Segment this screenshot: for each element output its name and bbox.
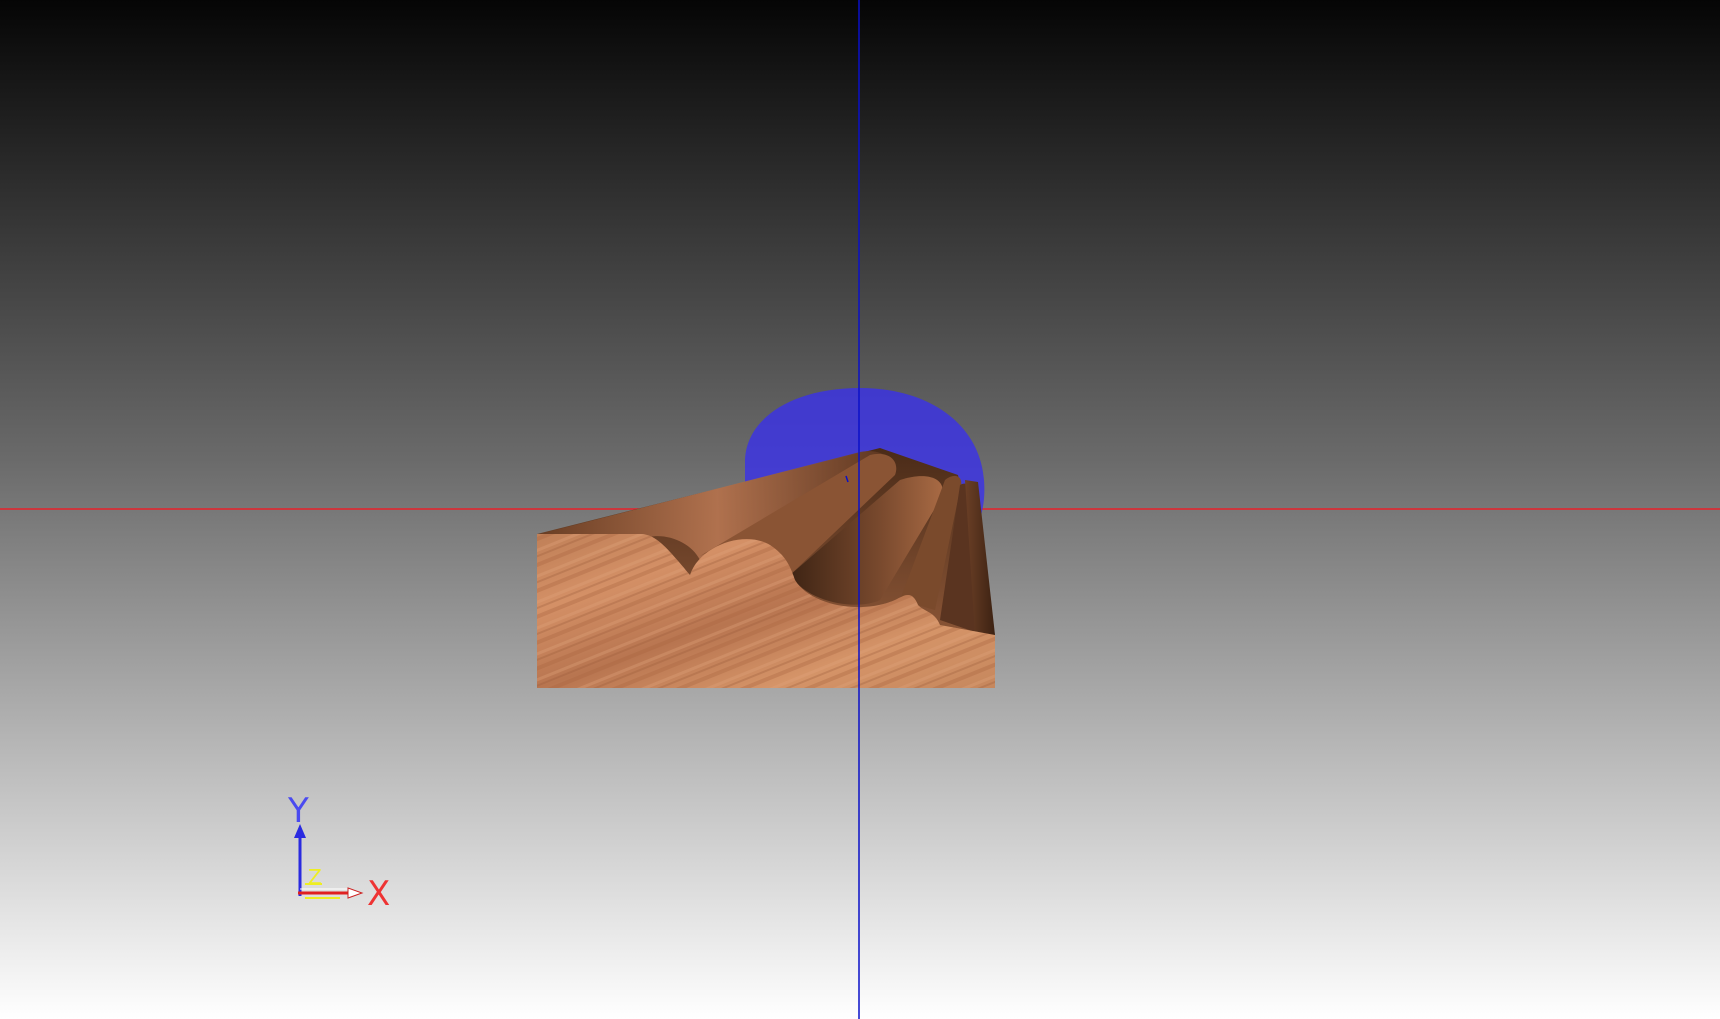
3d-viewport[interactable]: Y X Z bbox=[0, 0, 1720, 1019]
scene-canvas[interactable]: Y X Z bbox=[0, 0, 1720, 1019]
triad-z-label: Z bbox=[308, 865, 322, 889]
triad-y-label: Y bbox=[287, 791, 309, 831]
triad-x-label: X bbox=[367, 874, 390, 914]
